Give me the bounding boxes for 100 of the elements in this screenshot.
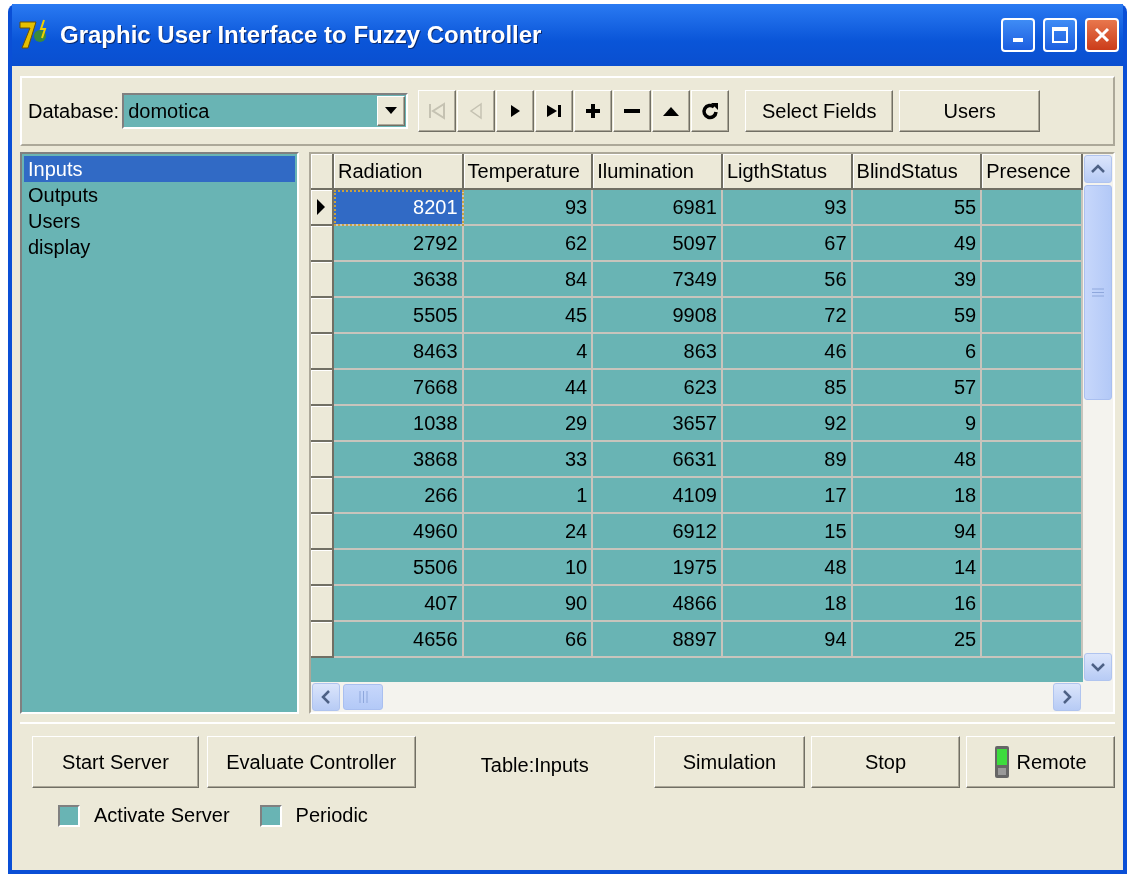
table-label: Table:Inputs: [479, 752, 590, 777]
dropdown-arrow-icon: [385, 107, 398, 115]
table-cell: 84: [463, 262, 594, 298]
table-cell: 1038: [333, 406, 464, 442]
select-fields-button[interactable]: Select Fields: [745, 90, 894, 132]
chevron-left-icon: [321, 690, 331, 704]
table-cell: 6912: [593, 514, 723, 550]
table-cell: 8897: [593, 622, 723, 658]
table-cell: 85: [722, 370, 853, 406]
minimize-icon: [1013, 38, 1023, 42]
table-cell: 4960: [333, 514, 464, 550]
grip-icon: [1092, 288, 1104, 297]
table-cell: 1: [463, 478, 594, 514]
scrollbar-thumb[interactable]: [1084, 185, 1112, 400]
grip-icon: [358, 691, 368, 703]
table-cell: 67: [722, 226, 853, 262]
table-cell: 18: [852, 478, 983, 514]
refresh-icon: [700, 101, 721, 121]
table-cell: 6981: [593, 190, 723, 226]
maximize-icon: [1051, 26, 1069, 44]
evaluate-controller-button[interactable]: Evaluate Controller: [206, 736, 416, 788]
navigator-button[interactable]: [691, 90, 730, 132]
table-cell: 18: [722, 586, 853, 622]
table-cell: 3638: [333, 262, 464, 298]
table-cell: 24: [463, 514, 594, 550]
device-icon: [994, 745, 1011, 779]
row-indicator[interactable]: [311, 190, 334, 226]
table-cell: 15: [722, 514, 853, 550]
database-dropdown[interactable]: domotica: [122, 93, 409, 129]
checkbox[interactable]: [259, 804, 282, 827]
table-cell: 5097: [593, 226, 723, 262]
table-cell: 14: [852, 550, 983, 586]
table-cell: 44: [463, 370, 594, 406]
column-header[interactable]: Temperature: [463, 154, 594, 190]
table-cell: 55: [852, 190, 983, 226]
remote-button[interactable]: Remote: [966, 736, 1115, 788]
header-corner: [311, 154, 334, 190]
navigator-button[interactable]: [652, 90, 691, 132]
checkbox[interactable]: [58, 804, 80, 827]
table-cell: 9: [852, 406, 983, 442]
table-list-item[interactable]: Inputs: [24, 156, 295, 182]
table-cell: 25: [852, 622, 983, 658]
table-list-item[interactable]: Users: [24, 208, 295, 234]
table-list-item[interactable]: display: [24, 234, 295, 260]
navigator-button[interactable]: [496, 90, 535, 132]
table-cell: 6631: [593, 442, 723, 478]
start-server-button[interactable]: Start Server: [32, 736, 199, 788]
navigator-button[interactable]: [574, 90, 613, 132]
checkbox-label: Activate Server: [94, 804, 230, 827]
table-cell: 93: [463, 190, 594, 226]
table-cell: 8463: [333, 334, 464, 370]
navigator-button[interactable]: [535, 90, 574, 132]
table-cell: 5506: [333, 550, 464, 586]
table-cell: 66: [463, 622, 594, 658]
table-cell: 62: [463, 226, 594, 262]
minimize-button[interactable]: [1001, 18, 1035, 52]
window-title: Graphic User Interface to Fuzzy Controller: [60, 21, 543, 49]
table-cell: 49: [852, 226, 983, 262]
scroll-down-button[interactable]: [1084, 653, 1112, 681]
navigator-button[interactable]: [613, 90, 652, 132]
minus-icon: [624, 109, 641, 113]
table-cell: 59: [852, 298, 983, 334]
column-header[interactable]: Presence: [982, 154, 1083, 190]
scroll-left-button[interactable]: [312, 683, 340, 711]
users-button[interactable]: Users: [899, 90, 1041, 132]
table-cell: 29: [463, 406, 594, 442]
action-button[interactable]: Stop: [810, 736, 960, 788]
table-cell: 90: [463, 586, 594, 622]
table-cell: 7668: [333, 370, 464, 406]
chevron-up-icon: [1091, 164, 1105, 174]
scroll-right-button[interactable]: [1053, 683, 1081, 711]
column-header[interactable]: Ilumination: [593, 154, 723, 190]
column-header[interactable]: LigthStatus: [722, 154, 853, 190]
scroll-up-button[interactable]: [1084, 155, 1112, 183]
action-button[interactable]: Simulation: [653, 736, 805, 788]
table-cell: 623: [593, 370, 723, 406]
column-header[interactable]: BlindStatus: [852, 154, 983, 190]
table-cell: 16: [852, 586, 983, 622]
column-header[interactable]: Radiation: [333, 154, 464, 190]
table-cell: 6: [852, 334, 983, 370]
table-cell: 266: [333, 478, 464, 514]
current-row-icon: [316, 198, 327, 216]
table-cell: 48: [852, 442, 983, 478]
maximize-button[interactable]: [1043, 18, 1077, 52]
table-cell: 7349: [593, 262, 723, 298]
table-cell: 92: [722, 406, 853, 442]
table-cell: 48: [722, 550, 853, 586]
close-button[interactable]: [1085, 18, 1119, 52]
table-cell: 17: [722, 478, 853, 514]
chevron-right-icon: [1062, 690, 1072, 704]
table-cell: 56: [722, 262, 853, 298]
table-list-item[interactable]: Outputs: [24, 182, 295, 208]
table-cell: 4866: [593, 586, 723, 622]
scrollbar-thumb[interactable]: [343, 684, 383, 710]
table-cell: 94: [852, 514, 983, 550]
table-cell: 1975: [593, 550, 723, 586]
close-icon: [1093, 26, 1111, 44]
table-cell: 5505: [333, 298, 464, 334]
table-cell: 10: [463, 550, 594, 586]
table-cell: 57: [852, 370, 983, 406]
